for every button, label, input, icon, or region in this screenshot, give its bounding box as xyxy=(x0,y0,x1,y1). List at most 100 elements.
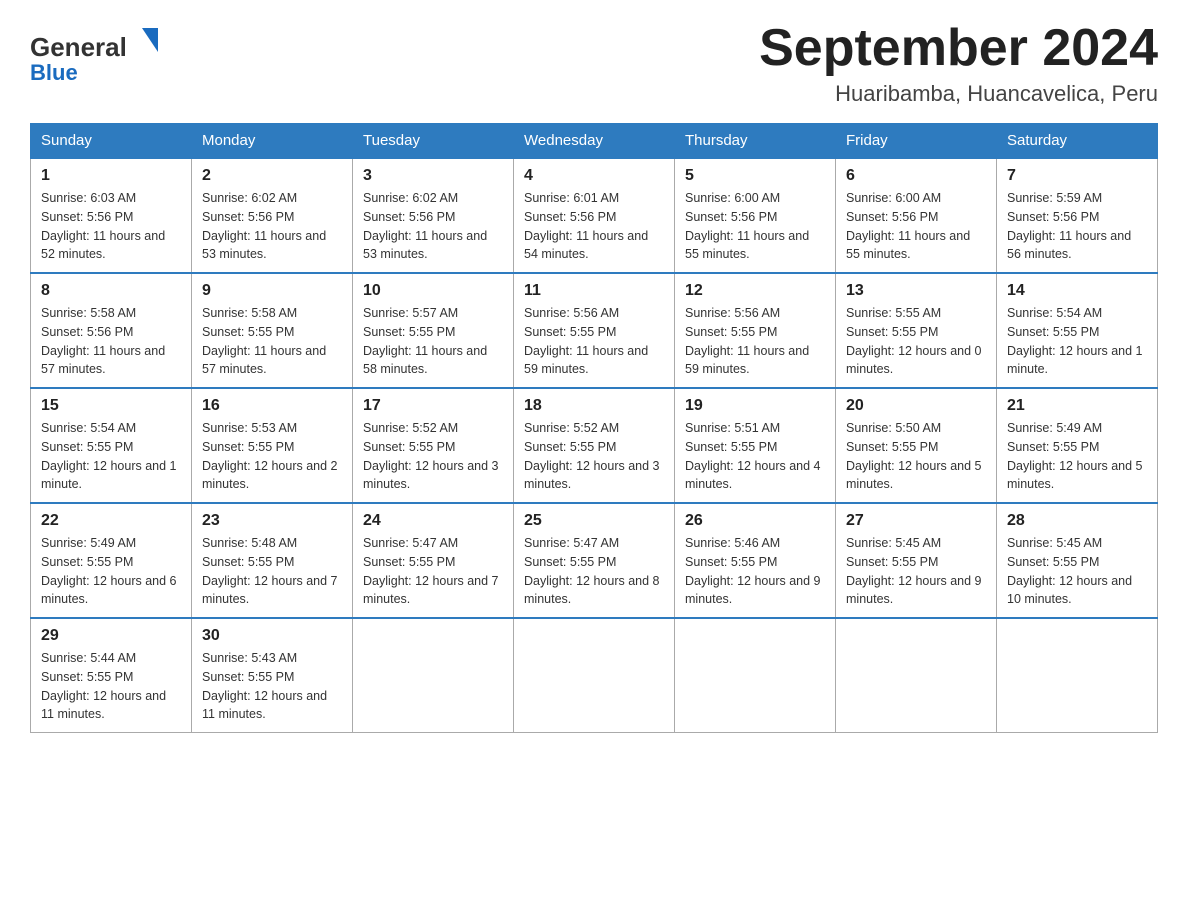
table-row xyxy=(353,618,514,733)
table-row: 5 Sunrise: 6:00 AM Sunset: 5:56 PM Dayli… xyxy=(675,158,836,273)
table-row: 26 Sunrise: 5:46 AM Sunset: 5:55 PM Dayl… xyxy=(675,503,836,618)
day-info: Sunrise: 6:03 AM Sunset: 5:56 PM Dayligh… xyxy=(41,189,181,264)
day-info: Sunrise: 6:01 AM Sunset: 5:56 PM Dayligh… xyxy=(524,189,664,264)
table-row: 11 Sunrise: 5:56 AM Sunset: 5:55 PM Dayl… xyxy=(514,273,675,388)
day-number: 12 xyxy=(685,282,825,300)
day-number: 2 xyxy=(202,167,342,185)
table-row: 4 Sunrise: 6:01 AM Sunset: 5:56 PM Dayli… xyxy=(514,158,675,273)
page-header: General Blue September 2024 Huaribamba, … xyxy=(30,20,1158,107)
day-number: 17 xyxy=(363,397,503,415)
day-number: 18 xyxy=(524,397,664,415)
day-number: 28 xyxy=(1007,512,1147,530)
week-row-1: 1 Sunrise: 6:03 AM Sunset: 5:56 PM Dayli… xyxy=(31,158,1158,273)
day-info: Sunrise: 5:47 AM Sunset: 5:55 PM Dayligh… xyxy=(363,534,503,609)
day-number: 22 xyxy=(41,512,181,530)
day-info: Sunrise: 5:54 AM Sunset: 5:55 PM Dayligh… xyxy=(1007,304,1147,379)
day-number: 26 xyxy=(685,512,825,530)
day-info: Sunrise: 5:50 AM Sunset: 5:55 PM Dayligh… xyxy=(846,419,986,494)
header-friday: Friday xyxy=(836,124,997,159)
header-tuesday: Tuesday xyxy=(353,124,514,159)
day-info: Sunrise: 5:56 AM Sunset: 5:55 PM Dayligh… xyxy=(685,304,825,379)
week-row-4: 22 Sunrise: 5:49 AM Sunset: 5:55 PM Dayl… xyxy=(31,503,1158,618)
table-row: 24 Sunrise: 5:47 AM Sunset: 5:55 PM Dayl… xyxy=(353,503,514,618)
day-info: Sunrise: 5:43 AM Sunset: 5:55 PM Dayligh… xyxy=(202,649,342,724)
day-info: Sunrise: 5:52 AM Sunset: 5:55 PM Dayligh… xyxy=(363,419,503,494)
day-info: Sunrise: 5:52 AM Sunset: 5:55 PM Dayligh… xyxy=(524,419,664,494)
day-number: 24 xyxy=(363,512,503,530)
day-info: Sunrise: 5:58 AM Sunset: 5:55 PM Dayligh… xyxy=(202,304,342,379)
logo: General Blue xyxy=(30,20,170,95)
day-info: Sunrise: 5:48 AM Sunset: 5:55 PM Dayligh… xyxy=(202,534,342,609)
header-saturday: Saturday xyxy=(997,124,1158,159)
table-row: 21 Sunrise: 5:49 AM Sunset: 5:55 PM Dayl… xyxy=(997,388,1158,503)
day-info: Sunrise: 5:57 AM Sunset: 5:55 PM Dayligh… xyxy=(363,304,503,379)
header-wednesday: Wednesday xyxy=(514,124,675,159)
day-info: Sunrise: 5:45 AM Sunset: 5:55 PM Dayligh… xyxy=(1007,534,1147,609)
day-info: Sunrise: 6:00 AM Sunset: 5:56 PM Dayligh… xyxy=(846,189,986,264)
day-info: Sunrise: 5:51 AM Sunset: 5:55 PM Dayligh… xyxy=(685,419,825,494)
table-row: 7 Sunrise: 5:59 AM Sunset: 5:56 PM Dayli… xyxy=(997,158,1158,273)
day-number: 11 xyxy=(524,282,664,300)
day-number: 29 xyxy=(41,627,181,645)
table-row: 1 Sunrise: 6:03 AM Sunset: 5:56 PM Dayli… xyxy=(31,158,192,273)
day-number: 14 xyxy=(1007,282,1147,300)
title-area: September 2024 Huaribamba, Huancavelica,… xyxy=(759,20,1158,107)
table-row: 23 Sunrise: 5:48 AM Sunset: 5:55 PM Dayl… xyxy=(192,503,353,618)
calendar-table: Sunday Monday Tuesday Wednesday Thursday… xyxy=(30,123,1158,733)
table-row: 10 Sunrise: 5:57 AM Sunset: 5:55 PM Dayl… xyxy=(353,273,514,388)
day-info: Sunrise: 5:46 AM Sunset: 5:55 PM Dayligh… xyxy=(685,534,825,609)
day-number: 10 xyxy=(363,282,503,300)
table-row: 27 Sunrise: 5:45 AM Sunset: 5:55 PM Dayl… xyxy=(836,503,997,618)
table-row: 3 Sunrise: 6:02 AM Sunset: 5:56 PM Dayli… xyxy=(353,158,514,273)
svg-text:General: General xyxy=(30,32,127,62)
page-title: September 2024 xyxy=(759,20,1158,77)
day-info: Sunrise: 5:55 AM Sunset: 5:55 PM Dayligh… xyxy=(846,304,986,379)
table-row: 2 Sunrise: 6:02 AM Sunset: 5:56 PM Dayli… xyxy=(192,158,353,273)
day-number: 9 xyxy=(202,282,342,300)
day-number: 7 xyxy=(1007,167,1147,185)
day-number: 6 xyxy=(846,167,986,185)
table-row: 29 Sunrise: 5:44 AM Sunset: 5:55 PM Dayl… xyxy=(31,618,192,733)
week-row-3: 15 Sunrise: 5:54 AM Sunset: 5:55 PM Dayl… xyxy=(31,388,1158,503)
day-info: Sunrise: 5:49 AM Sunset: 5:55 PM Dayligh… xyxy=(1007,419,1147,494)
table-row: 25 Sunrise: 5:47 AM Sunset: 5:55 PM Dayl… xyxy=(514,503,675,618)
calendar-header-row: Sunday Monday Tuesday Wednesday Thursday… xyxy=(31,124,1158,159)
day-info: Sunrise: 5:44 AM Sunset: 5:55 PM Dayligh… xyxy=(41,649,181,724)
day-info: Sunrise: 5:59 AM Sunset: 5:56 PM Dayligh… xyxy=(1007,189,1147,264)
day-number: 4 xyxy=(524,167,664,185)
table-row: 9 Sunrise: 5:58 AM Sunset: 5:55 PM Dayli… xyxy=(192,273,353,388)
week-row-2: 8 Sunrise: 5:58 AM Sunset: 5:56 PM Dayli… xyxy=(31,273,1158,388)
page-subtitle: Huaribamba, Huancavelica, Peru xyxy=(759,81,1158,107)
table-row: 6 Sunrise: 6:00 AM Sunset: 5:56 PM Dayli… xyxy=(836,158,997,273)
table-row xyxy=(514,618,675,733)
day-number: 25 xyxy=(524,512,664,530)
day-info: Sunrise: 5:54 AM Sunset: 5:55 PM Dayligh… xyxy=(41,419,181,494)
day-number: 3 xyxy=(363,167,503,185)
day-info: Sunrise: 5:47 AM Sunset: 5:55 PM Dayligh… xyxy=(524,534,664,609)
header-monday: Monday xyxy=(192,124,353,159)
table-row: 14 Sunrise: 5:54 AM Sunset: 5:55 PM Dayl… xyxy=(997,273,1158,388)
table-row: 20 Sunrise: 5:50 AM Sunset: 5:55 PM Dayl… xyxy=(836,388,997,503)
table-row: 28 Sunrise: 5:45 AM Sunset: 5:55 PM Dayl… xyxy=(997,503,1158,618)
day-info: Sunrise: 5:56 AM Sunset: 5:55 PM Dayligh… xyxy=(524,304,664,379)
day-info: Sunrise: 6:00 AM Sunset: 5:56 PM Dayligh… xyxy=(685,189,825,264)
day-info: Sunrise: 6:02 AM Sunset: 5:56 PM Dayligh… xyxy=(202,189,342,264)
day-number: 23 xyxy=(202,512,342,530)
day-number: 21 xyxy=(1007,397,1147,415)
day-info: Sunrise: 5:45 AM Sunset: 5:55 PM Dayligh… xyxy=(846,534,986,609)
table-row: 19 Sunrise: 5:51 AM Sunset: 5:55 PM Dayl… xyxy=(675,388,836,503)
day-number: 15 xyxy=(41,397,181,415)
day-number: 1 xyxy=(41,167,181,185)
day-info: Sunrise: 5:53 AM Sunset: 5:55 PM Dayligh… xyxy=(202,419,342,494)
table-row xyxy=(997,618,1158,733)
table-row: 18 Sunrise: 5:52 AM Sunset: 5:55 PM Dayl… xyxy=(514,388,675,503)
day-info: Sunrise: 5:49 AM Sunset: 5:55 PM Dayligh… xyxy=(41,534,181,609)
day-info: Sunrise: 6:02 AM Sunset: 5:56 PM Dayligh… xyxy=(363,189,503,264)
week-row-5: 29 Sunrise: 5:44 AM Sunset: 5:55 PM Dayl… xyxy=(31,618,1158,733)
day-number: 16 xyxy=(202,397,342,415)
table-row: 15 Sunrise: 5:54 AM Sunset: 5:55 PM Dayl… xyxy=(31,388,192,503)
table-row: 30 Sunrise: 5:43 AM Sunset: 5:55 PM Dayl… xyxy=(192,618,353,733)
header-sunday: Sunday xyxy=(31,124,192,159)
day-number: 27 xyxy=(846,512,986,530)
table-row: 22 Sunrise: 5:49 AM Sunset: 5:55 PM Dayl… xyxy=(31,503,192,618)
